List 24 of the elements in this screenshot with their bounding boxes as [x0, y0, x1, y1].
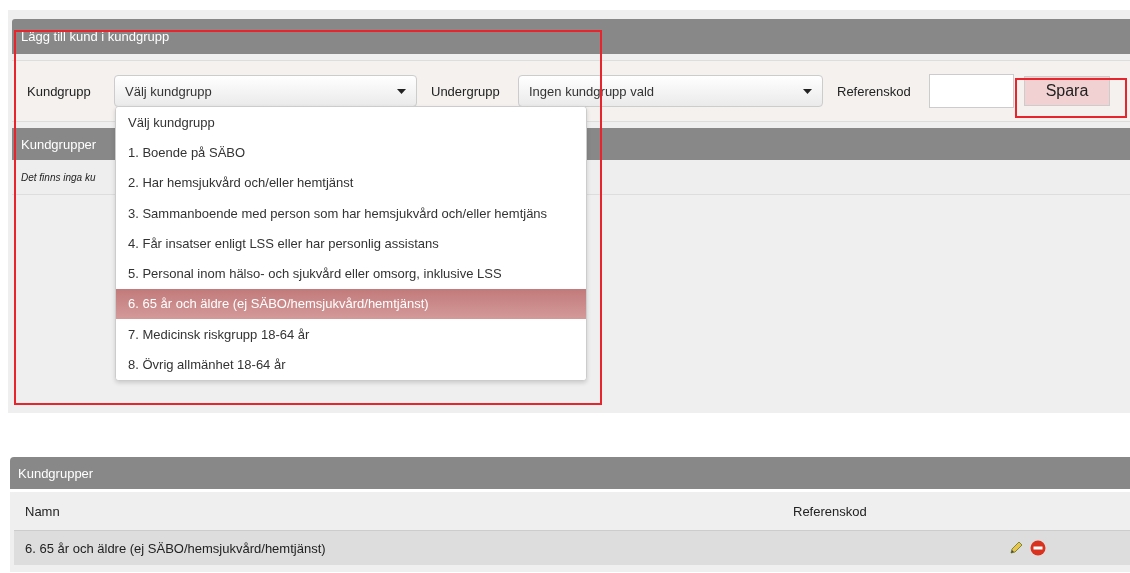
panel-title: Kundgrupper [10, 457, 1130, 489]
dropdown-option[interactable]: 1. Boende på SÄBO [116, 137, 586, 168]
group-select[interactable]: Välj kundgrupp [114, 75, 417, 107]
table-cell-text: 6. 65 år och äldre (ej SÄBO/hemsjukvård/hemtjänst) [25, 540, 327, 556]
remove-icon[interactable] [1030, 540, 1046, 556]
dropdown-option[interactable]: 7. Medicinsk riskgrupp 18-64 år [116, 319, 586, 350]
save-button[interactable]: Spara [1024, 76, 1110, 106]
field-label: Undergrupp [431, 83, 501, 99]
dropdown-option[interactable]: 8. Övrig allmänhet 18-64 år [116, 349, 586, 380]
dropdown-option[interactable]: Välj kundgrupp [116, 107, 586, 138]
caret-icon [803, 88, 812, 94]
dropdown-option[interactable]: 2. Har hemsjukvård och/eller hemtjänst [116, 167, 586, 198]
caret-icon [397, 88, 406, 94]
field-label: Referenskod [837, 83, 912, 99]
dropdown-option[interactable]: 4. Får insatser enligt LSS eller har personlig assistans [116, 228, 586, 259]
column-header: Referenskod [793, 503, 868, 519]
column-header: Namn [25, 503, 61, 519]
dropdown-option[interactable]: 5. Personal inom hälso- och sjukvård eller omsorg, inklusive LSS [116, 258, 586, 289]
pencil-icon[interactable] [1008, 540, 1024, 556]
refcode-field[interactable] [929, 74, 1014, 108]
field-label: Kundgrupp [27, 83, 92, 99]
empty-message: Det finns inga ku [21, 171, 96, 183]
panel-title: Lägg till kund i kundgrupp [12, 19, 1130, 54]
dropdown-option[interactable]: 3. Sammanboende med person som har hemsjukvård och/eller hemtjäns [116, 197, 586, 229]
